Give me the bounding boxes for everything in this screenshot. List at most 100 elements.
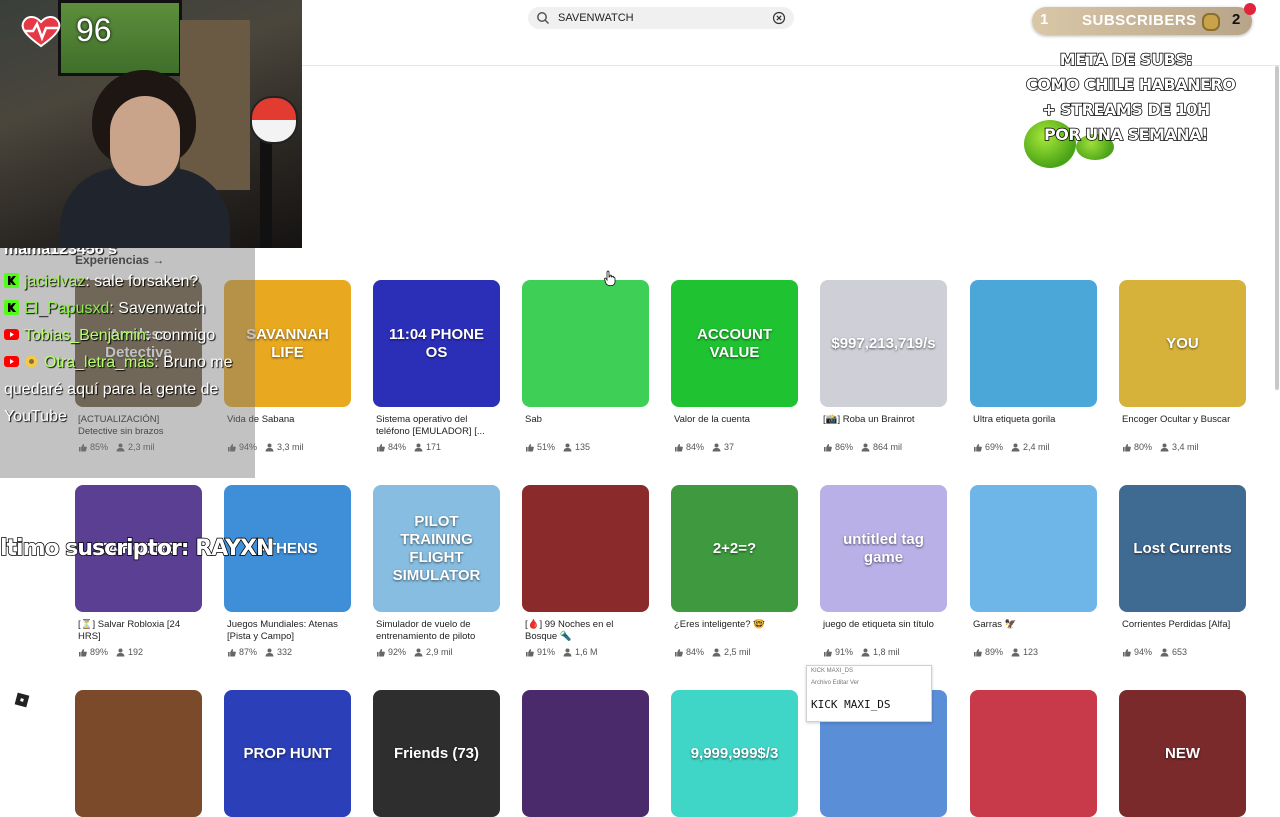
game-card[interactable]: [522, 690, 649, 817]
game-title[interactable]: Sab: [522, 414, 649, 442]
game-title[interactable]: [🩸] 99 Noches en el Bosque 🔦: [522, 619, 649, 647]
notification-badge: [1244, 3, 1256, 15]
game-thumbnail-text: PILOT TRAINING FLIGHT SIMULATOR: [392, 512, 481, 584]
game-thumbnail-text: [135, 750, 143, 758]
game-card[interactable]: 9,999,999$/3: [671, 690, 798, 817]
heart-rate-icon: [21, 16, 61, 48]
search-input[interactable]: SAVENWATCH: [558, 12, 772, 24]
game-rating: 89%: [90, 647, 109, 657]
game-card[interactable]: NEW: [1119, 690, 1246, 817]
member-badge-icon: [25, 355, 38, 368]
kick-window-value: KICK MAXI_DS: [811, 698, 891, 711]
game-thumbnail[interactable]: untitled tag game: [820, 485, 947, 612]
game-thumbnail-text: NEW: [1165, 744, 1200, 762]
players-icon: [414, 648, 423, 656]
players-icon: [563, 648, 572, 656]
game-thumbnail-text: $997,213,719/s: [831, 334, 936, 352]
scrollbar[interactable]: [1275, 66, 1279, 390]
chat-message: Otra_letra_más: Bruno me quedaré aquí pa…: [0, 349, 255, 430]
game-card[interactable]: Friends (73): [373, 690, 500, 817]
game-thumbnail[interactable]: Friends (73): [373, 690, 500, 817]
game-card[interactable]: 11:04 PHONE OS Sistema operativo del telé…: [373, 280, 500, 452]
game-thumbnail[interactable]: [970, 280, 1097, 407]
game-card[interactable]: PROP HUNT: [224, 690, 351, 817]
game-title[interactable]: Garras 🦅: [970, 619, 1097, 647]
game-thumbnail[interactable]: NEW: [1119, 690, 1246, 817]
players-icon: [861, 648, 870, 656]
hand-cursor-icon: [604, 270, 616, 286]
game-thumbnail[interactable]: [75, 690, 202, 817]
search-bar[interactable]: SAVENWATCH: [528, 7, 794, 29]
game-title[interactable]: Corrientes Perdidas [Alfa]: [1119, 619, 1246, 647]
game-title[interactable]: Valor de la cuenta: [671, 414, 798, 442]
game-thumbnail[interactable]: [522, 485, 649, 612]
game-thumbnail[interactable]: ACCOUNT VALUE: [671, 280, 798, 407]
game-thumbnail-text: [582, 750, 590, 758]
chat-username: El_Papusxd: [24, 300, 110, 317]
game-title[interactable]: [⏳] Salvar Robloxia [24 HRS]: [75, 619, 202, 647]
game-stats: 80% 3,4 mil: [1119, 442, 1246, 452]
game-rating: 69%: [985, 442, 1004, 452]
game-card[interactable]: [970, 690, 1097, 817]
thumbs-up-icon: [228, 648, 236, 656]
game-rating: 94%: [1134, 647, 1153, 657]
game-title[interactable]: Encoger Ocultar y Buscar: [1119, 414, 1246, 442]
game-title[interactable]: Juegos Mundiales: Atenas [Pista y Campo]: [224, 619, 351, 647]
game-card[interactable]: Ultra etiqueta gorila 69% 2,4 mil: [970, 280, 1097, 452]
players-icon: [1011, 648, 1020, 656]
game-thumbnail[interactable]: [522, 280, 649, 407]
chat-overlay: mama123456 s jacielvaz: sale forsaken? E…: [0, 248, 255, 478]
thumbs-up-icon: [526, 648, 534, 656]
game-card[interactable]: PILOT TRAINING FLIGHT SIMULATOR Simulador…: [373, 485, 500, 657]
players-icon: [265, 648, 274, 656]
game-thumbnail[interactable]: 9,999,999$/3: [671, 690, 798, 817]
game-thumbnail[interactable]: 11:04 PHONE OS: [373, 280, 500, 407]
game-stats: 86% 864 mil: [820, 442, 947, 452]
game-thumbnail[interactable]: [970, 690, 1097, 817]
game-card[interactable]: YOU Encoger Ocultar y Buscar 80% 3,4 mil: [1119, 280, 1246, 452]
game-thumbnail[interactable]: Lost Currents: [1119, 485, 1246, 612]
game-title[interactable]: Ultra etiqueta gorila: [970, 414, 1097, 442]
game-title[interactable]: Simulador de vuelo de entrenamiento de p…: [373, 619, 500, 647]
game-card[interactable]: 24 HOURS [⏳] Salvar Robloxia [24 HRS] 89% 1…: [75, 485, 202, 657]
kick-mini-window[interactable]: KICK MAXI_DS Archivo Editar Ver KICK MAX…: [806, 665, 932, 722]
game-title[interactable]: juego de etiqueta sin título: [820, 619, 947, 647]
game-card[interactable]: ACCOUNT VALUE Valor de la cuenta 84% 37: [671, 280, 798, 452]
chat-message: jacielvaz: sale forsaken?: [0, 268, 255, 295]
game-card[interactable]: Lost Currents Corrientes Perdidas [Alfa] 9…: [1119, 485, 1246, 657]
game-card[interactable]: untitled tag game juego de etiqueta sin t…: [820, 485, 947, 657]
sub-goal-text: META DE SUBS: COMO CHILE HABANERO + STRE…: [1025, 47, 1236, 147]
webcam-mic-stand: [260, 140, 272, 248]
search-icon: [537, 12, 550, 25]
game-thumbnail[interactable]: 2+2=?: [671, 485, 798, 612]
game-thumbnail[interactable]: [970, 485, 1097, 612]
game-players: 192: [128, 647, 144, 657]
game-card[interactable]: $997,213,719/s [📸] Roba un Brainrot 86% 864…: [820, 280, 947, 452]
game-title[interactable]: [📸] Roba un Brainrot: [820, 414, 947, 442]
game-thumbnail[interactable]: PILOT TRAINING FLIGHT SIMULATOR: [373, 485, 500, 612]
chat-username: Tobias_Benjamin: [24, 327, 146, 344]
game-card[interactable]: Sab 51% 135: [522, 280, 649, 452]
players-icon: [116, 648, 125, 656]
game-thumbnail[interactable]: YOU: [1119, 280, 1246, 407]
players-icon: [563, 443, 572, 451]
clear-search-icon[interactable]: [772, 11, 786, 25]
game-thumbnail[interactable]: $997,213,719/s: [820, 280, 947, 407]
thumbs-up-icon: [824, 443, 832, 451]
game-thumbnail-text: 9,999,999$/3: [690, 744, 779, 762]
thumbs-up-icon: [377, 443, 385, 451]
game-card[interactable]: Garras 🦅 89% 123: [970, 485, 1097, 657]
game-thumbnail[interactable]: PROP HUNT: [224, 690, 351, 817]
game-thumbnail-text: [582, 340, 590, 348]
game-card[interactable]: ATHENS Juegos Mundiales: Atenas [Pista y …: [224, 485, 351, 657]
game-card[interactable]: 2+2=? ¿Eres inteligente? 🤓 84% 2,5 mil: [671, 485, 798, 657]
chat-username: jacielvaz: [24, 273, 86, 290]
game-card[interactable]: [75, 690, 202, 817]
game-card[interactable]: [🩸] 99 Noches en el Bosque 🔦 91% 1,6 M: [522, 485, 649, 657]
game-stats: 84% 2,5 mil: [671, 647, 798, 657]
subscribers-current: 1: [1040, 11, 1049, 28]
game-thumbnail[interactable]: [522, 690, 649, 817]
game-title[interactable]: ¿Eres inteligente? 🤓: [671, 619, 798, 647]
game-title[interactable]: Sistema operativo del teléfono [EMULADOR…: [373, 414, 500, 442]
game-players: 332: [277, 647, 293, 657]
